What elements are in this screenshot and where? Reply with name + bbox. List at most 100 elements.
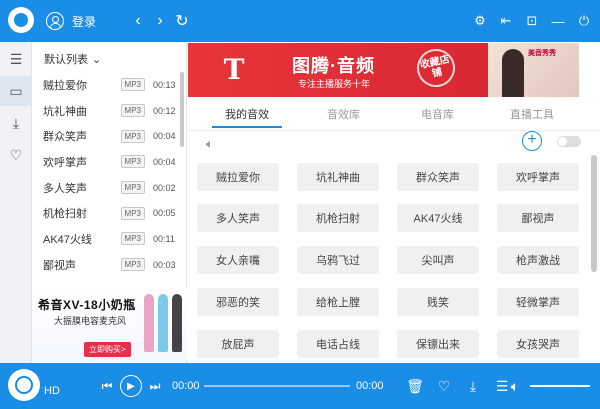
skin-icon[interactable]: ⊡ [524,11,540,31]
monitor-icon[interactable]: ▭ [0,76,32,106]
tab-sound-library[interactable]: 音效库 [327,106,360,122]
heart-icon[interactable]: ♡ [0,140,32,170]
banner-subtitle: 专注主播服务十年 [298,79,371,89]
app-logo-icon [8,7,34,33]
list-item[interactable]: 多人笑声 MP3 00:02 [32,175,183,201]
microphone-image [144,294,154,352]
tab-live-tools[interactable]: 直播工具 [510,106,554,122]
format-badge: MP3 [120,104,145,118]
favorite-shop-stamp[interactable]: 收藏店铺 [413,45,459,91]
model-image [502,49,524,97]
minimize-icon[interactable]: — [550,11,566,31]
sound-button[interactable]: 保镖出来 [397,330,479,358]
settings-icon[interactable]: ⚙ [472,11,488,31]
sound-button[interactable]: 群众笑声 [397,163,479,191]
sound-button[interactable]: 坑礼神曲 [297,163,379,191]
microphone-image [172,294,182,352]
item-duration: 00:13 [153,79,176,90]
tab-electronic-library[interactable]: 电音库 [421,106,454,122]
item-duration: 00:11 [153,233,175,244]
back-button[interactable]: ‹ [130,11,146,31]
sound-button[interactable]: AK47火线 [397,204,479,232]
next-icon[interactable]: ⏭︎ [148,376,162,396]
format-badge: MP3 [120,258,145,272]
list-item[interactable]: 群众笑声 MP3 00:04 [32,123,183,149]
sound-button[interactable]: 欢呼掌声 [497,163,579,191]
add-sound-button[interactable]: + [522,131,542,151]
playlist-rows: 贼拉爱你 MP3 00:13 坑礼神曲 MP3 00:12 群众笑声 MP3 00:04 欢… [32,72,183,278]
download-icon[interactable]: ⤓ [464,376,482,396]
sound-button[interactable]: 电话占线 [297,330,379,358]
refresh-button[interactable]: ↻ [174,11,190,31]
player-bar: HD ⏮︎ ▶ ⏭︎ 00:00 00:00 🗑︎ ♡ ⤓ ☰ 🔈︎ [0,363,600,409]
sound-button[interactable]: 女人亲嘴 [197,246,279,274]
hotkey-toggle[interactable] [557,136,581,147]
play-button[interactable]: ▶ [120,375,142,397]
chevron-down-icon: ⌄ [92,53,102,66]
previous-icon[interactable]: ⏮︎ [100,376,114,396]
user-icon [46,12,64,30]
close-icon[interactable]: ⏻ [576,11,592,31]
item-name: 多人笑声 [43,182,87,195]
tab-my-sounds[interactable]: 我的音效 [225,106,269,122]
volume-slider[interactable] [530,385,590,387]
sound-grid-scrollbar[interactable] [591,155,597,272]
sound-button[interactable]: 给枪上膛 [297,288,379,316]
volume-fill [530,385,590,387]
sound-button[interactable]: 鄙视声 [497,204,579,232]
banner-photo-caption: 美音秀秀 [528,50,556,57]
banner-photo: 美音秀秀 [488,43,579,97]
format-badge: MP3 [120,232,145,246]
list-icon[interactable]: ☰ [0,44,32,74]
playlist-dropdown[interactable]: 默认列表 ⌄ [44,51,101,67]
item-name: 欢呼掌声 [43,156,87,169]
sound-button[interactable]: 女孩哭声 [497,330,579,358]
progress-bar[interactable] [204,385,350,387]
totem-logo: T [223,53,245,86]
sound-button[interactable]: 多人笑声 [197,204,279,232]
item-duration: 00:12 [153,105,176,116]
sound-button[interactable]: 贱笑 [397,288,479,316]
quality-label[interactable]: HD [44,385,60,397]
total-time: 00:00 [356,380,384,392]
format-badge: MP3 [120,155,145,169]
sound-button[interactable]: 轻微掌声 [497,288,579,316]
buy-now-button[interactable]: 立即购买> [84,342,131,357]
list-item[interactable]: AK47火线 MP3 00:11 [32,226,183,252]
list-item[interactable]: 欢呼掌声 MP3 00:04 [32,149,183,175]
ad-title: 希音XV-18小奶瓶 [38,298,136,312]
playlist-header: 默认列表 [44,54,88,66]
delete-icon[interactable]: 🗑︎ [406,376,424,396]
sound-button[interactable]: 尖叫声 [397,246,479,274]
speaker-icon[interactable]: 🔈︎ [206,136,214,152]
list-item[interactable]: 坑礼神曲 MP3 00:12 [32,98,183,124]
exit-icon[interactable]: ⇤ [498,11,514,31]
microphone-image [158,294,168,352]
volume-icon[interactable]: 🔈︎ [506,376,524,396]
sound-button[interactable]: 乌鸦飞过 [297,246,379,274]
promo-banner[interactable]: T 图腾·音频 专注主播服务十年 收藏店铺 美音秀秀 [188,43,579,97]
list-item[interactable]: 鄙视声 MP3 00:03 [32,252,183,278]
item-name: 机枪扫射 [43,208,87,221]
list-item[interactable]: 贼拉爱你 MP3 00:13 [32,72,183,98]
format-badge: MP3 [120,129,145,143]
download-icon[interactable]: ⤓ [0,108,32,138]
item-name: 群众笑声 [43,131,87,144]
sound-button[interactable]: 放屁声 [197,330,279,358]
disc-icon[interactable] [8,369,40,401]
title-bar: 登录 ‹ › ↻ ⚙ ⇤ ⊡ — ⏻ [0,0,600,42]
sound-button[interactable]: 枪声激战 [497,246,579,274]
login-button[interactable]: 登录 [46,11,96,31]
sound-button[interactable]: 贼拉爱你 [197,163,279,191]
favorite-icon[interactable]: ♡ [435,376,453,396]
sound-button[interactable]: 机枪扫射 [297,204,379,232]
list-item[interactable]: 机枪扫射 MP3 00:05 [32,200,183,226]
format-badge: MP3 [120,78,145,92]
forward-button[interactable]: › [152,11,168,31]
current-time: 00:00 [172,380,200,392]
microphone-ad[interactable]: 希音XV-18小奶瓶 大振膜电容麦克风 立即购买> [32,288,187,360]
sound-button[interactable]: 邪恶的笑 [197,288,279,316]
item-duration: 00:03 [153,259,176,270]
item-name: 坑礼神曲 [43,105,87,118]
item-duration: 00:02 [153,182,176,193]
